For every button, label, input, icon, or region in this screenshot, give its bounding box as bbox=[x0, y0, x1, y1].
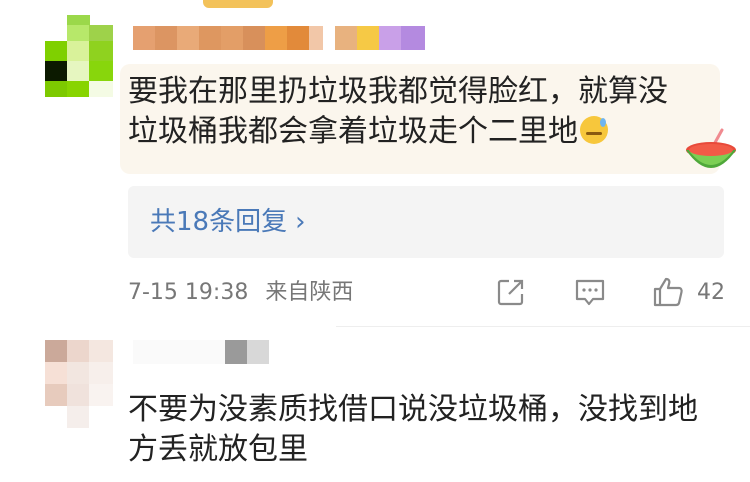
comment-text-line2: 方丢就放包里 bbox=[128, 432, 308, 467]
chevron-right-icon: › bbox=[295, 207, 306, 237]
like-count: 42 bbox=[697, 280, 725, 305]
top-indicator bbox=[203, 0, 273, 8]
username-blurred[interactable] bbox=[133, 26, 433, 50]
watermelon-sticker-icon bbox=[686, 128, 736, 168]
replies-box[interactable]: 共18条回复 › bbox=[128, 186, 724, 258]
comment-text-line1: 要我在那里扔垃圾我都觉得脸红，就算没 bbox=[128, 74, 668, 109]
comment-meta: 7-15 19:38 来自陕西 bbox=[128, 278, 363, 308]
divider bbox=[336, 326, 750, 327]
comment-text-line1: 不要为没素质找借口说没垃圾桶，没找到地 bbox=[128, 392, 698, 427]
sweat-smile-emoji-icon bbox=[580, 116, 608, 144]
share-icon bbox=[497, 279, 524, 306]
avatar[interactable] bbox=[45, 15, 113, 97]
like-button[interactable] bbox=[652, 276, 684, 310]
view-replies-link[interactable]: 共18条回复 › bbox=[150, 204, 306, 240]
comment-text: 不要为没素质找借口说没垃圾桶，没找到地 方丢就放包里 bbox=[128, 390, 718, 470]
comment-text: 要我在那里扔垃圾我都觉得脸红，就算没 垃圾桶我都会拿着垃圾走个二里地 bbox=[128, 72, 718, 152]
comment-date: 7-15 19:38 bbox=[128, 280, 249, 305]
replies-label: 共18条回复 bbox=[150, 207, 288, 237]
comment-text-line2: 垃圾桶我都会拿着垃圾走个二里地 bbox=[128, 114, 578, 149]
comment-button[interactable] bbox=[574, 276, 606, 310]
username-blurred[interactable] bbox=[133, 340, 273, 364]
avatar[interactable] bbox=[45, 340, 113, 430]
share-button[interactable] bbox=[495, 276, 527, 310]
comment-location: 来自陕西 bbox=[265, 280, 354, 305]
like-icon bbox=[653, 277, 683, 307]
comment-icon bbox=[575, 279, 605, 306]
